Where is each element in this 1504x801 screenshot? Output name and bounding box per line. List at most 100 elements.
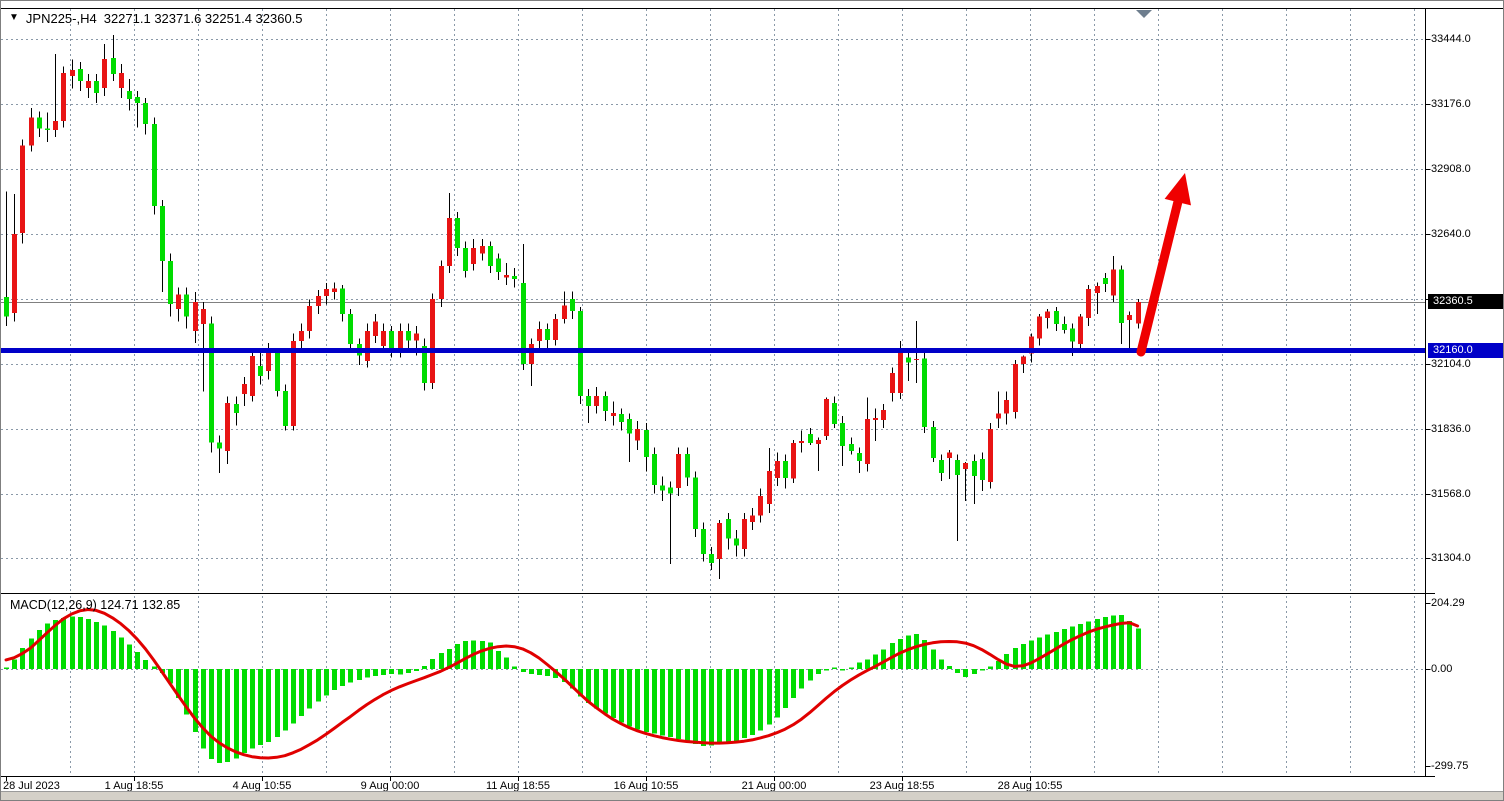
panel-splitter[interactable] xyxy=(1,591,1504,596)
macd-histogram-bar xyxy=(102,626,107,669)
macd-histogram-bar xyxy=(152,666,157,669)
candle-body xyxy=(4,297,9,316)
hline-price-tag: 32160.0 xyxy=(1428,343,1504,358)
candle-body xyxy=(135,97,140,103)
macd-histogram-bar xyxy=(635,669,640,730)
candle-body xyxy=(947,452,952,458)
macd-histogram-bar xyxy=(357,669,362,680)
candle-body xyxy=(217,443,222,449)
macd-histogram-bar xyxy=(611,669,616,718)
macd-histogram-bar xyxy=(791,669,796,698)
macd-histogram-bar xyxy=(94,622,99,669)
candle-body xyxy=(742,519,747,549)
candle-body xyxy=(1095,286,1100,293)
time-axis[interactable]: 28 Jul 20231 Aug 18:554 Aug 10:559 Aug 0… xyxy=(1,777,1504,792)
candle-body xyxy=(37,118,42,129)
trend-arrow-head[interactable] xyxy=(1165,173,1191,205)
candle-body xyxy=(152,124,157,206)
macd-histogram-bar xyxy=(980,669,985,671)
candle-body xyxy=(45,129,50,131)
candle-body xyxy=(53,121,58,130)
candle-body xyxy=(816,440,821,444)
candle-body xyxy=(545,329,550,340)
macd-histogram-bar xyxy=(799,669,804,688)
candle-body xyxy=(652,454,657,485)
candle-body xyxy=(824,399,829,436)
candle-body xyxy=(193,302,198,331)
macd-histogram-bar xyxy=(832,668,837,669)
candle-body xyxy=(906,358,911,363)
macd-histogram-bar xyxy=(439,653,444,669)
candle-body xyxy=(570,299,575,311)
macd-histogram-bar xyxy=(4,667,9,669)
price-axis-label: 32908.0 xyxy=(1431,162,1471,176)
candle-body xyxy=(1103,278,1108,284)
support-hline[interactable] xyxy=(1,348,1426,353)
macd-histogram-bar xyxy=(816,669,821,674)
macd-histogram-bar xyxy=(767,669,772,725)
price-axis-label: 32640.0 xyxy=(1431,227,1471,241)
candle-body xyxy=(750,515,755,522)
current-price-tag: 32360.5 xyxy=(1428,294,1504,309)
macd-histogram-bar xyxy=(750,669,755,735)
candle-body xyxy=(1136,302,1141,324)
candle-body xyxy=(562,306,567,319)
macd-histogram-bar xyxy=(594,669,599,708)
macd-histogram-bar xyxy=(307,669,312,708)
candle-body xyxy=(922,359,927,427)
price-axis[interactable]: 33444.033176.032908.032640.032104.031836… xyxy=(1427,9,1504,776)
candle-body xyxy=(578,311,583,396)
macd-histogram-bar xyxy=(668,669,673,737)
candle-body xyxy=(242,384,247,394)
candle-body xyxy=(225,403,230,451)
candle-body xyxy=(258,366,263,376)
macd-histogram-bar xyxy=(111,631,116,669)
macd-histogram-bar xyxy=(537,669,542,675)
candle-body xyxy=(701,529,706,554)
candle-body xyxy=(471,248,476,264)
macd-histogram-bar xyxy=(332,669,337,690)
candle-body xyxy=(660,485,665,490)
candle-body xyxy=(430,299,435,383)
candle-body xyxy=(1111,269,1116,295)
candle-body xyxy=(439,266,444,299)
macd-histogram-bar xyxy=(127,645,132,669)
horizontal-scrollbar[interactable] xyxy=(1,791,1504,801)
macd-histogram-bar xyxy=(906,636,911,669)
macd-histogram-bar xyxy=(955,669,960,673)
candle-body xyxy=(184,295,189,317)
price-chart-canvas[interactable] xyxy=(1,1,1504,801)
candle-body xyxy=(316,296,321,306)
candle-body xyxy=(840,423,845,446)
macd-histogram-bar xyxy=(250,669,255,748)
candle-body xyxy=(1062,324,1067,330)
macd-histogram-bar xyxy=(963,669,968,677)
macd-histogram-bar xyxy=(1095,619,1100,669)
candle-body xyxy=(324,289,329,296)
macd-histogram-bar xyxy=(775,669,780,718)
macd-axis-label: -299.75 xyxy=(1431,759,1468,773)
candle-body xyxy=(1119,269,1124,323)
macd-histogram-bar xyxy=(78,617,83,669)
macd-histogram-bar xyxy=(972,669,977,674)
macd-histogram-bar xyxy=(676,669,681,739)
price-axis-label: 33176.0 xyxy=(1431,97,1471,111)
macd-histogram-bar xyxy=(717,669,722,744)
symbol-dropdown-icon[interactable]: ▼ xyxy=(9,13,19,23)
candle-body xyxy=(283,391,288,426)
candle-body xyxy=(890,373,895,393)
candle-body xyxy=(488,246,493,266)
macd-histogram-bar xyxy=(463,641,468,669)
trend-arrow-shaft[interactable] xyxy=(1141,196,1179,352)
macd-axis-label: 0.00 xyxy=(1431,662,1452,676)
candle-body xyxy=(504,275,509,277)
macd-histogram-bar xyxy=(947,666,952,669)
candle-body xyxy=(1127,315,1132,320)
candle-body xyxy=(348,314,353,344)
candle-body xyxy=(717,523,722,559)
macd-histogram-bar xyxy=(324,669,329,696)
macd-histogram-bar xyxy=(660,669,665,735)
macd-histogram-bar xyxy=(143,660,148,669)
price-axis-label: 32104.0 xyxy=(1431,357,1471,371)
symbol-period-label: JPN225-,H4 xyxy=(26,11,97,26)
